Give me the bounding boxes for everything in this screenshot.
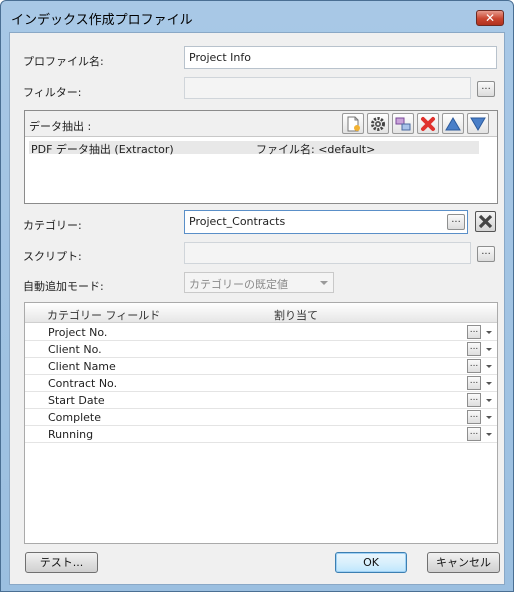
grid-row-button[interactable]: ... (467, 427, 481, 441)
grid-header-assign: 割り当て (274, 309, 318, 322)
script-label: スクリプト: (23, 250, 82, 263)
chevron-down-icon[interactable] (486, 399, 492, 402)
new-extractor-button[interactable] (342, 113, 364, 134)
grid-row[interactable]: Running ... (25, 426, 497, 443)
script-browse-button[interactable]: ... (477, 246, 495, 262)
dialog-body: プロファイル名: Project Info フィルター: ... データ抽出 : (9, 32, 505, 585)
clear-icon (476, 214, 495, 234)
chevron-down-icon[interactable] (486, 365, 492, 368)
grid-row[interactable]: Contract No. ... (25, 375, 497, 392)
grid-row-button[interactable]: ... (467, 410, 481, 424)
chevron-down-icon[interactable] (486, 433, 492, 436)
cancel-button[interactable]: キャンセル (427, 552, 500, 573)
chevron-down-icon (320, 281, 328, 285)
grid-header: カテゴリー フィールド 割り当て (25, 303, 497, 323)
grid-row-name: Client Name (48, 360, 116, 373)
title-bar[interactable]: インデックス作成プロファイル ✕ (1, 1, 513, 31)
grid-row-button[interactable]: ... (467, 393, 481, 407)
move-down-button[interactable] (467, 113, 489, 134)
category-browse-button[interactable]: ... (447, 214, 465, 230)
grid-row[interactable]: Start Date ... (25, 392, 497, 409)
category-label: カテゴリー: (23, 219, 82, 232)
extractor-name: PDF データ抽出 (Extractor) (31, 143, 174, 156)
dialog-window: インデックス作成プロファイル ✕ プロファイル名: Project Info フ… (0, 0, 514, 592)
grid-row-name: Project No. (48, 326, 108, 339)
filter-browse-button[interactable]: ... (477, 81, 495, 97)
test-button[interactable]: テスト... (25, 552, 98, 573)
ok-button[interactable]: OK (335, 552, 407, 573)
grid-header-field: カテゴリー フィールド (47, 309, 161, 322)
move-extractor-button[interactable] (392, 113, 414, 134)
auto-add-select[interactable]: カテゴリーの既定値 (184, 272, 334, 293)
grid-row-button[interactable]: ... (467, 342, 481, 356)
close-button[interactable]: ✕ (476, 10, 504, 26)
category-clear-button[interactable] (475, 211, 496, 232)
category-input[interactable]: Project_Contracts (184, 210, 468, 234)
grid-row-button[interactable]: ... (467, 359, 481, 373)
extractor-row[interactable]: PDF データ抽出 (Extractor) ファイル名: <default> (29, 141, 479, 156)
grid-row-name: Complete (48, 411, 102, 424)
grid-row-name: Contract No. (48, 377, 118, 390)
profile-name-label: プロファイル名: (23, 55, 104, 68)
grid-row-button[interactable]: ... (467, 376, 481, 390)
filter-label: フィルター: (23, 86, 82, 99)
profile-name-input[interactable]: Project Info (184, 46, 497, 69)
category-field-grid: カテゴリー フィールド 割り当て Project No. ... Client … (24, 302, 498, 544)
grid-row[interactable]: Client No. ... (25, 341, 497, 358)
script-input[interactable] (184, 242, 471, 264)
grid-row-name: Start Date (48, 394, 105, 407)
chevron-down-icon[interactable] (486, 416, 492, 419)
settings-button[interactable] (367, 113, 389, 134)
grid-row-button[interactable]: ... (467, 325, 481, 339)
move-up-button[interactable] (442, 113, 464, 134)
extractor-file: ファイル名: <default> (256, 143, 376, 156)
chevron-down-icon[interactable] (486, 348, 492, 351)
grid-row[interactable]: Client Name ... (25, 358, 497, 375)
chevron-down-icon[interactable] (486, 382, 492, 385)
filter-input[interactable] (184, 77, 471, 99)
auto-add-value: カテゴリーの既定値 (189, 278, 288, 291)
chevron-down-icon[interactable] (486, 331, 492, 334)
delete-extractor-button[interactable] (417, 113, 439, 134)
auto-add-label: 自動追加モード: (23, 280, 104, 293)
extraction-group: データ抽出 : PDF データ抽出 (Extractor) ファイル名: <de… (24, 110, 498, 204)
grid-row[interactable]: Complete ... (25, 409, 497, 426)
window-title: インデックス作成プロファイル (11, 13, 193, 28)
grid-row[interactable]: Project No. ... (25, 324, 497, 341)
grid-row-name: Running (48, 428, 94, 441)
extraction-label: データ抽出 : (29, 120, 92, 133)
grid-row-name: Client No. (48, 343, 102, 356)
extraction-header: データ抽出 : (25, 111, 497, 137)
